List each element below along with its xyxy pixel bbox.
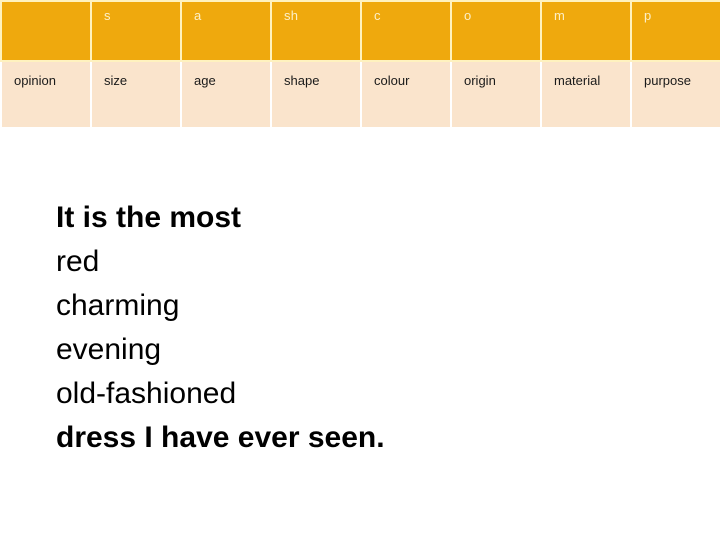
table-header-row: s a sh c o m p <box>0 0 720 62</box>
header-cell-sh: sh <box>270 0 361 62</box>
header-cell-o: o <box>450 0 541 62</box>
data-cell-opinion: opinion <box>0 61 91 127</box>
example-sentence: It is the most red charming evening old-… <box>56 196 696 460</box>
table-data-row: opinion size age shape colour origin mat… <box>0 61 720 127</box>
data-cell-age: age <box>180 61 271 127</box>
sentence-line-3: charming <box>56 289 180 322</box>
data-cell-purpose: purpose <box>630 61 720 127</box>
header-cell-a: a <box>180 0 271 62</box>
header-cell-m: m <box>540 0 631 62</box>
header-cell-p: p <box>630 0 720 62</box>
data-cell-colour: colour <box>360 61 451 127</box>
header-cell-s: s <box>90 0 181 62</box>
sentence-line-1: It is the most <box>56 201 242 234</box>
data-cell-size: size <box>90 61 181 127</box>
sentence-line-2: red <box>56 245 100 278</box>
data-cell-origin: origin <box>450 61 541 127</box>
data-cell-shape: shape <box>270 61 361 127</box>
data-cell-material: material <box>540 61 631 127</box>
sentence-line-4: evening <box>56 333 162 366</box>
adjective-order-table: s a sh c o m p opinion size age shape co… <box>0 0 720 127</box>
sentence-line-6: dress I have ever seen. <box>56 421 385 454</box>
sentence-line-5: old-fashioned <box>56 377 237 410</box>
header-cell-blank <box>0 0 91 62</box>
header-cell-c: c <box>360 0 451 62</box>
